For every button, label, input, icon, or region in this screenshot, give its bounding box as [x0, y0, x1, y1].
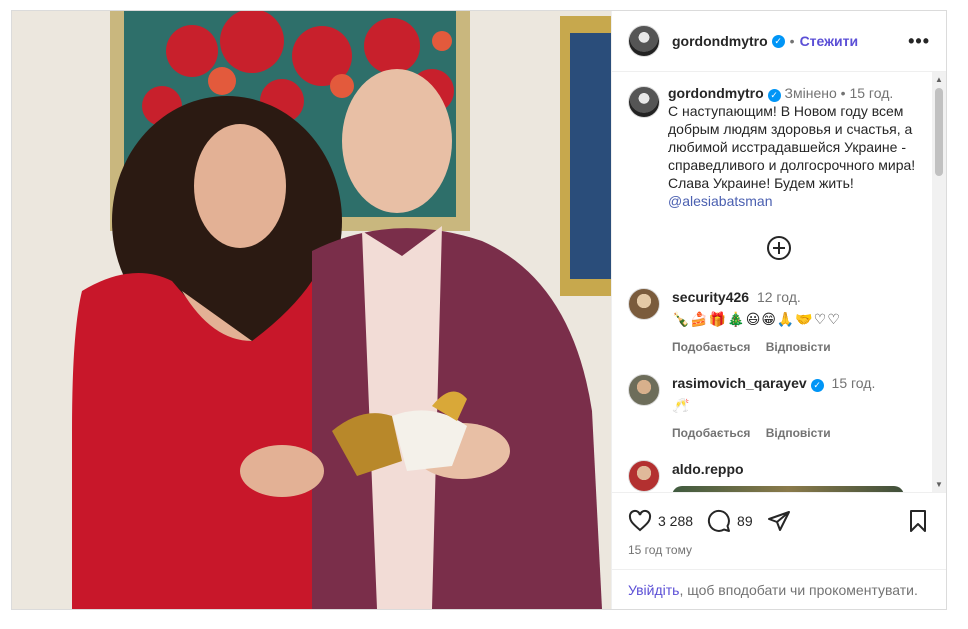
follow-button[interactable]: Стежити [800, 33, 859, 49]
comment-item: rasimovich_qarayev ✓ 15 год. 🥂 Подобаєтьс… [612, 374, 946, 442]
comment-item: aldo.reppo [612, 460, 946, 492]
heart-icon [628, 509, 652, 532]
post-caption: gordondmytro ✓ Змінено • 15 год. С наступ… [612, 72, 946, 210]
caption-avatar[interactable] [628, 86, 660, 118]
photo-illustration [12, 11, 611, 609]
post-modal: gordondmytro ✓ • Стежити ••• gordondmytr… [11, 10, 947, 610]
commenter-username[interactable]: aldo.reppo [672, 461, 744, 477]
author-username[interactable]: gordondmytro [672, 33, 768, 49]
comment-time: 12 год. [756, 289, 801, 305]
like-count: 3 288 [658, 513, 694, 529]
comment-button[interactable]: 89 [707, 509, 767, 533]
caption-dot: • [840, 85, 846, 101]
comment-reply-button[interactable]: Відповісти [766, 340, 831, 354]
post-side-panel: gordondmytro ✓ • Стежити ••• gordondmytr… [611, 11, 946, 609]
post-photo [12, 11, 611, 609]
comment-like-button[interactable]: Подобається [672, 340, 750, 354]
post-header: gordondmytro ✓ • Стежити ••• [612, 11, 946, 72]
comment-actions: Подобається Відповісти [672, 424, 875, 442]
bookmark-icon [910, 510, 926, 532]
verified-badge-icon: ✓ [771, 34, 785, 48]
like-button[interactable]: 3 288 [628, 509, 707, 533]
save-button[interactable] [906, 509, 930, 533]
verified-badge-icon: ✓ [767, 88, 781, 102]
comment-actions: Подобається Відповісти [672, 338, 843, 356]
commenter-avatar[interactable] [628, 374, 660, 406]
scrollbar-thumb[interactable] [935, 88, 943, 176]
comment-text: 🥂 [672, 397, 691, 413]
comment-time: 15 год. [831, 375, 876, 391]
action-icons-row: 3 288 89 [612, 493, 946, 533]
comment-item: security426 12 год. 🍾🍰🎁🎄😃😁🙏🤝♡♡ Подобаєть… [612, 288, 946, 356]
comments-list[interactable]: gordondmytro ✓ Змінено • 15 год. С наступ… [612, 72, 946, 492]
comment-bubble-icon [707, 509, 731, 532]
comment-body: rasimovich_qarayev ✓ 15 год. 🥂 Подобаєтьс… [672, 374, 875, 442]
comment-like-button[interactable]: Подобається [672, 426, 750, 440]
caption-username[interactable]: gordondmytro [668, 85, 764, 101]
paper-plane-icon [767, 511, 790, 531]
post-time-ago: 15 год тому [628, 543, 692, 557]
caption-body: gordondmytro ✓ Змінено • 15 год. С наступ… [668, 84, 928, 210]
share-button[interactable] [767, 509, 791, 533]
comment-count: 89 [737, 513, 753, 529]
more-options-icon[interactable]: ••• [908, 31, 930, 52]
comments-scrollbar[interactable]: ▲ ▼ [932, 72, 946, 492]
commenter-username[interactable]: security426 [672, 289, 749, 305]
post-actions: 3 288 89 15 год тому Увійдіть, щоб вподо… [612, 492, 946, 609]
verified-badge-icon: ✓ [810, 378, 824, 392]
author-avatar[interactable] [628, 25, 660, 57]
login-prompt: Увійдіть, щоб вподобати чи прокоментуват… [612, 569, 946, 609]
commenter-avatar[interactable] [628, 460, 660, 492]
scroll-up-arrow-icon[interactable]: ▲ [935, 75, 943, 84]
login-link[interactable]: Увійдіть [628, 582, 679, 598]
login-prompt-text: , щоб вподобати чи прокоментувати. [679, 582, 918, 598]
separator-dot: • [789, 33, 795, 49]
comment-body: security426 12 год. 🍾🍰🎁🎄😃😁🙏🤝♡♡ Подобаєть… [672, 288, 843, 356]
commenter-username[interactable]: rasimovich_qarayev [672, 375, 807, 391]
caption-mention[interactable]: @alesiabatsman [668, 192, 928, 210]
caption-edited: Змінено [784, 85, 837, 101]
comment-text: 🍾🍰🎁🎄😃😁🙏🤝♡♡ [672, 311, 841, 327]
scroll-down-arrow-icon[interactable]: ▼ [935, 480, 943, 489]
commenter-avatar[interactable] [628, 288, 660, 320]
load-more-comments-icon[interactable] [767, 236, 791, 260]
caption-time: 15 год. [849, 85, 894, 101]
caption-text: С наступающим! В Новом году всем добрым … [668, 103, 916, 191]
comment-body: aldo.reppo [672, 460, 904, 492]
comment-reply-button[interactable]: Відповісти [766, 426, 831, 440]
